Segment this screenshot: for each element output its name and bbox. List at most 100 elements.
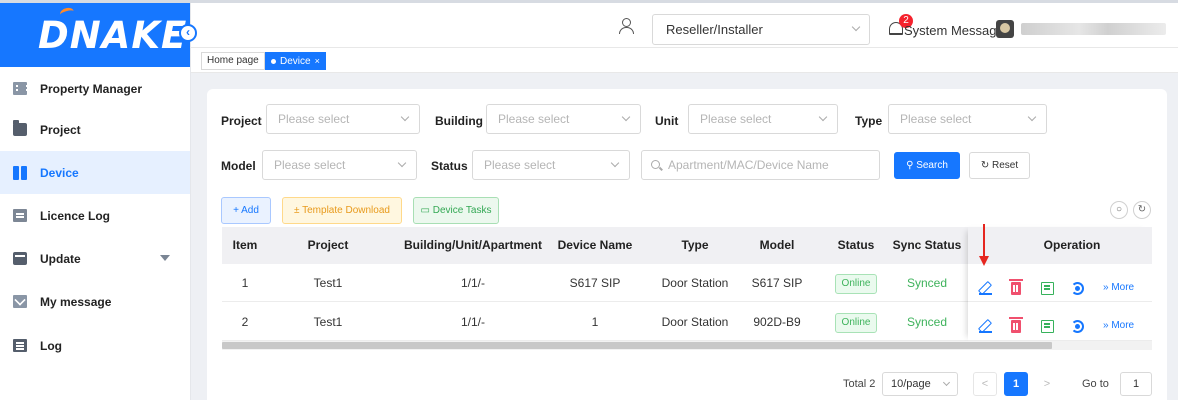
goto-page-input[interactable]: 1 bbox=[1120, 372, 1152, 396]
pagination-total: Total 2 bbox=[843, 378, 876, 390]
chevron-left-icon: ‹ bbox=[186, 25, 190, 39]
avatar[interactable] bbox=[996, 20, 1014, 38]
type-filter-label: Type bbox=[855, 114, 883, 128]
more-link[interactable]: » More bbox=[1103, 320, 1134, 331]
sidebar-item-label: Update bbox=[40, 251, 81, 266]
sidebar-item-label: Log bbox=[40, 338, 62, 353]
user-name-redacted[interactable] bbox=[1021, 23, 1166, 35]
annotation-arrow bbox=[979, 224, 989, 266]
model-filter-label: Model bbox=[221, 159, 256, 173]
cell-status: Online bbox=[816, 303, 896, 341]
cell-sync-status: Synced bbox=[906, 315, 948, 329]
user-icon bbox=[618, 18, 634, 34]
refresh-button[interactable]: ↻ bbox=[1133, 201, 1151, 219]
sidebar-item-device[interactable]: Device bbox=[0, 151, 190, 194]
cell-device-name: 1 bbox=[591, 315, 599, 329]
cell-item: 2 bbox=[241, 315, 249, 329]
sidebar-item-property-manager[interactable]: Property Manager bbox=[0, 67, 190, 110]
model-select[interactable]: Please select bbox=[262, 150, 417, 180]
tab-device-label: Device bbox=[280, 56, 311, 67]
chevron-down-icon bbox=[621, 112, 631, 122]
delete-icon[interactable] bbox=[1009, 317, 1023, 333]
sync-icon[interactable] bbox=[1071, 320, 1084, 333]
column-search-button[interactable]: ○ bbox=[1110, 201, 1128, 219]
chevron-down-icon bbox=[397, 158, 407, 168]
page-size-select[interactable]: 10/page bbox=[882, 372, 958, 396]
building-select[interactable]: Please select bbox=[486, 104, 641, 134]
breadcrumb-tabs: Home page Device × bbox=[191, 48, 1178, 73]
project-select[interactable]: Please select bbox=[266, 104, 420, 134]
template-download-button[interactable]: ± Template Download bbox=[282, 197, 402, 224]
reset-button[interactable]: ↻ Reset bbox=[969, 152, 1030, 179]
scrollbar-thumb[interactable] bbox=[222, 342, 1052, 349]
search-icon: ⚲ bbox=[906, 160, 917, 171]
edit-icon[interactable] bbox=[979, 282, 992, 295]
building-icon bbox=[13, 82, 28, 95]
caret-down-icon bbox=[160, 255, 170, 261]
role-select-value: Reseller/Installer bbox=[666, 22, 763, 37]
project-filter-label: Project bbox=[221, 114, 262, 128]
sidebar-item-licence-log[interactable]: Licence Log bbox=[0, 194, 190, 237]
folder-icon bbox=[13, 120, 27, 136]
cell-project: Test1 bbox=[313, 276, 343, 290]
close-icon[interactable]: × bbox=[315, 56, 320, 66]
sidebar-item-update[interactable]: Update bbox=[0, 237, 190, 280]
mail-icon bbox=[13, 295, 27, 308]
search-input[interactable]: Apartment/MAC/Device Name bbox=[641, 150, 880, 180]
type-select[interactable]: Please select bbox=[888, 104, 1047, 134]
sync-icon[interactable] bbox=[1071, 282, 1084, 295]
reset-icon: ↻ bbox=[980, 160, 993, 171]
select-placeholder: Please select bbox=[900, 112, 972, 126]
chevron-down-icon bbox=[851, 22, 861, 32]
device-icon bbox=[13, 165, 27, 180]
collapse-sidebar-button[interactable]: ‹ bbox=[179, 24, 197, 42]
system-message-link[interactable]: System Message bbox=[904, 23, 1004, 38]
sidebar-item-my-message[interactable]: My message bbox=[0, 280, 190, 323]
dnake-logo: DNAKE bbox=[38, 6, 187, 57]
status-badge: Online bbox=[834, 273, 878, 294]
refresh-icon: ↻ bbox=[1137, 204, 1147, 215]
sidebar-item-project[interactable]: Project bbox=[0, 108, 190, 151]
top-header: Reseller/Installer 2 System Message bbox=[191, 0, 1178, 48]
cell-location: 1/1/- bbox=[460, 276, 485, 290]
tab-device[interactable]: Device × bbox=[265, 52, 326, 70]
chevron-down-icon bbox=[400, 112, 410, 122]
add-button[interactable]: + Add bbox=[221, 197, 271, 224]
search-button-label: Search bbox=[916, 160, 948, 171]
more-link[interactable]: » More bbox=[1103, 282, 1134, 293]
next-page-button[interactable]: > bbox=[1035, 372, 1059, 396]
delete-icon[interactable] bbox=[1009, 279, 1023, 295]
page-size-value: 10/page bbox=[891, 378, 931, 390]
search-icon: ○ bbox=[1115, 204, 1123, 215]
search-icon bbox=[651, 160, 660, 169]
horizontal-scrollbar[interactable] bbox=[222, 341, 1152, 350]
role-select[interactable]: Reseller/Installer bbox=[652, 14, 870, 45]
log-icon bbox=[13, 339, 27, 352]
sidebar: DNAKE Property Manager Project Device Li… bbox=[0, 0, 191, 400]
cell-item: 1 bbox=[241, 276, 249, 290]
chevron-down-icon bbox=[610, 158, 620, 168]
reset-button-label: Reset bbox=[992, 160, 1019, 171]
device-tasks-button[interactable]: ▭ Device Tasks bbox=[413, 197, 499, 224]
sidebar-item-log[interactable]: Log bbox=[0, 324, 190, 367]
status-badge: Online bbox=[834, 312, 878, 333]
column-header: Building/Unit/Apartment bbox=[404, 238, 542, 252]
page-1-button[interactable]: 1 bbox=[1004, 372, 1028, 396]
licence-icon bbox=[13, 209, 27, 222]
select-placeholder: Please select bbox=[700, 112, 772, 126]
config-icon[interactable] bbox=[1041, 320, 1054, 333]
prev-page-button[interactable]: < bbox=[973, 372, 997, 396]
unit-select[interactable]: Please select bbox=[688, 104, 838, 134]
status-select[interactable]: Please select bbox=[472, 150, 630, 180]
edit-icon[interactable] bbox=[979, 320, 992, 333]
tasks-icon: ▭ bbox=[420, 205, 433, 216]
search-button[interactable]: ⚲ Search bbox=[894, 152, 960, 179]
column-header: Sync Status bbox=[892, 238, 962, 252]
tab-home-page[interactable]: Home page bbox=[201, 52, 265, 70]
cell-status: Online bbox=[816, 264, 896, 302]
operation-column: » More » More bbox=[968, 227, 1152, 341]
chevron-down-icon bbox=[1027, 112, 1037, 122]
column-header: Status bbox=[837, 238, 875, 252]
goto-label: Go to bbox=[1082, 378, 1109, 390]
config-icon[interactable] bbox=[1041, 282, 1054, 295]
